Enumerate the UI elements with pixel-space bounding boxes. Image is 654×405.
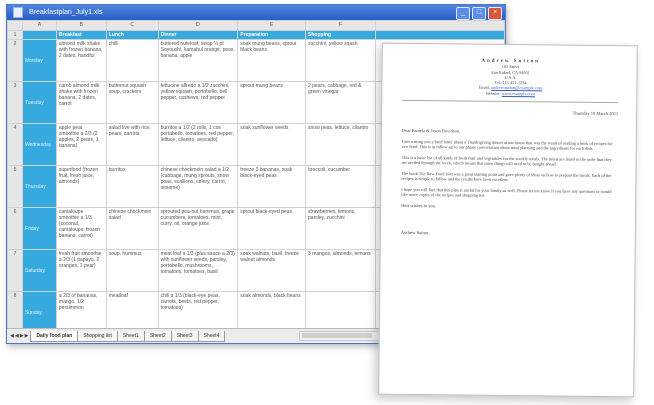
preparation-cell[interactable]: soak walnuts, basil, freeze walnut almon… (237, 249, 307, 292)
column-header[interactable]: A (21, 20, 57, 31)
spreadsheet-file-icon (13, 6, 23, 18)
dinner-cell[interactable]: buttered nuteloaf, swap ½ pt Soyoushi, k… (157, 39, 239, 82)
day-cell[interactable]: Wednesday (21, 123, 57, 166)
minimize-button[interactable]: _ (456, 7, 470, 20)
column-header[interactable]: B (55, 20, 107, 31)
tab-sheet3[interactable]: Sheet3 (170, 330, 199, 342)
preparation-cell[interactable]: soak sunflower seeds (237, 123, 307, 166)
letter-document: Andrew Sutton 105 Street San Rafael, CA … (378, 42, 638, 398)
header-cell[interactable]: Preparation (237, 30, 307, 40)
dinner-cell[interactable]: sprouted pea-nut hummus, grape cucumbers… (157, 207, 239, 250)
shopping-cell[interactable]: snow peas, lettuce, cilantro (305, 123, 376, 166)
letter-date: Thursday 10 March 2011 (572, 110, 619, 117)
breakfast-cell[interactable]: fresh fruit smoothie a 2/3 (1 papaya, 2 … (55, 249, 107, 292)
dinner-cell[interactable]: chinese chockmein salad a 1/2 (cabbage, … (157, 165, 239, 208)
letter-paragraph: I am writing you a brief letter about a … (401, 138, 613, 152)
header-cell[interactable] (21, 30, 57, 40)
lunch-cell[interactable]: chilli (105, 39, 159, 82)
row-header[interactable]: 4 (7, 123, 23, 166)
breakfast-cell[interactable]: apple pear smoothie a 2/3 (2 apples, 2 p… (55, 123, 107, 166)
letter-salutation: Dear Pamela & Jason Davidson, (401, 127, 461, 134)
first-sheet-arrow-icon[interactable]: ◀ (10, 333, 14, 339)
header-divider (402, 99, 619, 104)
prev-sheet-arrow-icon[interactable]: ◀ (15, 333, 19, 339)
letter-closing: Best wishes to you. (401, 203, 437, 209)
shopping-cell[interactable]: zucchini, yellow sqash (305, 39, 376, 82)
lunch-cell[interactable]: soup, hummus (105, 249, 159, 292)
dinner-cell[interactable]: chili a 1/3 (black-eye peas, carrots, be… (157, 291, 239, 329)
preparation-cell[interactable]: soak mung beans, sprout black beans (237, 39, 307, 82)
next-sheet-arrow-icon[interactable]: ▶ (20, 333, 24, 339)
tab-sheet4[interactable]: Sheet4 (197, 330, 226, 342)
close-button[interactable]: × (488, 7, 502, 20)
shopping-cell[interactable] (305, 291, 376, 329)
website-label: Website: (485, 90, 501, 96)
preparation-cell[interactable]: soak almonds, black beans (237, 291, 307, 329)
day-cell[interactable]: Thursday (21, 165, 57, 208)
letter-paragraph: The book The Raw Food Diet was a great s… (401, 170, 612, 183)
header-cell[interactable]: Shopping (305, 30, 376, 40)
day-cell[interactable]: Friday (21, 207, 57, 250)
preparation-cell[interactable]: freeze 3 bananas, soak black-eyed peas (237, 165, 307, 208)
letter-paragraph: I hope you will find that this plan is u… (401, 186, 612, 198)
header-cell[interactable]: Breakfast (55, 30, 107, 40)
tab-sheet2[interactable]: Sheet2 (143, 330, 172, 342)
shopping-cell[interactable]: strawberries, lemons, parsley, zucchini (305, 207, 376, 250)
maximize-button[interactable]: □ (472, 7, 486, 20)
column-header[interactable]: E (237, 20, 307, 31)
tab-daily-food-plan[interactable]: Daily food plan (30, 330, 79, 342)
row-header[interactable]: 8 (7, 291, 23, 329)
row-header[interactable]: 1 (7, 30, 23, 40)
tab-shopping-list[interactable]: Shopping list (77, 330, 118, 342)
lunch-cell[interactable]: butternut squash soup, crackers (105, 81, 159, 124)
preparation-cell[interactable]: sprout mung beans (237, 81, 307, 124)
select-all-corner[interactable] (7, 20, 23, 31)
column-header[interactable] (374, 20, 505, 31)
lunch-cell[interactable]: burritos (105, 165, 159, 208)
breakfast-cell[interactable]: cantaloupe smoothie a 1/3 (coconut, cant… (55, 207, 107, 250)
letter-signature: Andrew Sutton (400, 230, 429, 236)
letter-paragraph: This is a basic list of all kinds of fre… (401, 154, 612, 167)
breakfast-cell[interactable]: almond milk shake with frozen banana, 2 … (55, 39, 107, 82)
sender-block: Andrew Sutton 105 Street San Rafael, CA … (402, 58, 618, 97)
lunch-cell[interactable]: salad live with rice, pears, carrots (105, 123, 159, 166)
tab-sheet1[interactable]: Sheet1 (116, 330, 145, 342)
window-title: Breakfastplan_July1.xls (28, 9, 103, 16)
email-label: Email: (478, 85, 491, 91)
window-titlebar[interactable]: Breakfastplan_July1.xls _ □ × (7, 5, 505, 20)
sender-website-line: Website: www.example.com (402, 90, 618, 98)
row-header[interactable]: 7 (7, 249, 23, 292)
row-header[interactable]: 3 (7, 81, 23, 124)
header-cell[interactable]: Lunch (105, 30, 159, 40)
column-header[interactable]: F (305, 20, 376, 31)
day-cell[interactable]: Monday (21, 39, 57, 82)
column-header[interactable]: D (157, 20, 239, 31)
preparation-cell[interactable]: sprout black-eyed peas (237, 207, 307, 250)
day-cell[interactable]: Tuesday (21, 81, 57, 124)
dinner-cell[interactable]: meat loaf a 1/3 (plus sauce a 2/3) with … (157, 249, 239, 292)
column-header[interactable]: C (105, 20, 159, 31)
header-cell[interactable] (374, 30, 505, 40)
day-cell[interactable]: Saturday (21, 249, 57, 292)
scrollbar-thumb[interactable] (302, 333, 372, 338)
website-link[interactable]: www.example.com (502, 91, 535, 96)
row-header[interactable]: 5 (7, 165, 23, 208)
day-cell[interactable]: Sunday (21, 291, 57, 329)
dinner-cell[interactable]: fettucine alfredo a 1/2 zucchini, yellow… (157, 81, 239, 124)
lunch-cell[interactable]: meatloaf (105, 291, 159, 329)
row-header[interactable]: 2 (7, 39, 23, 82)
shopping-cell[interactable]: 2 pears, cabbage, red & green vinegar (305, 81, 376, 124)
breakfast-cell[interactable]: superfood (frozen fruit, fresh juice, al… (55, 165, 107, 208)
header-cell[interactable]: Dinner (157, 30, 239, 40)
breakfast-cell[interactable]: carob almond milk shake with frozen bana… (55, 81, 107, 124)
lunch-cell[interactable]: chinese chockmein salad (105, 207, 159, 250)
last-sheet-arrow-icon[interactable]: ▶ (25, 333, 29, 339)
shopping-cell[interactable]: broccoli, cucumber (305, 165, 376, 208)
row-header[interactable]: 6 (7, 207, 23, 250)
dinner-cell[interactable]: burritos a 1/2 (2 rolls, 1 cos portabell… (157, 123, 239, 166)
breakfast-cell[interactable]: a 2/3 of bananas, mango, 1/2 persimmon (55, 291, 107, 329)
shopping-cell[interactable]: 3 mangos, almonds, lemons (305, 249, 376, 292)
